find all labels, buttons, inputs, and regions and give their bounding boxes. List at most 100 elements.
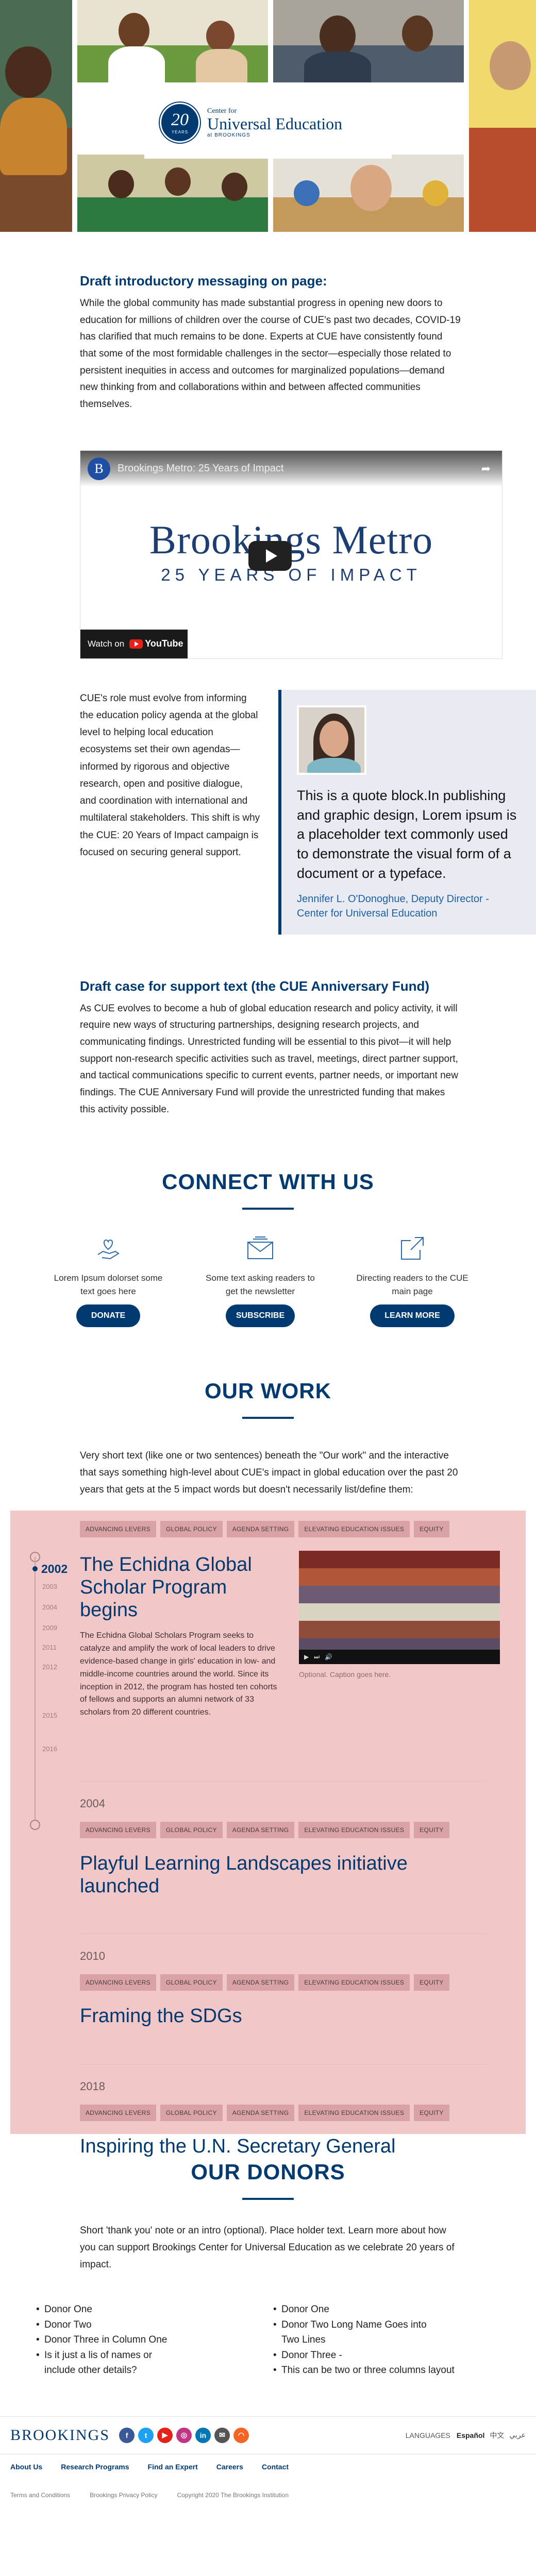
tag-elevating-education-issues[interactable]: ELEVATING EDUCATION ISSUES xyxy=(298,1974,410,1991)
featured-video[interactable]: ▶ ⏭ 🔊 xyxy=(299,1551,500,1665)
entry-title[interactable]: Playful Learning Landscapes initiative l… xyxy=(80,1853,487,1897)
linkedin-icon[interactable]: in xyxy=(195,2427,211,2443)
timeline-year[interactable]: 2011 xyxy=(42,1643,57,1651)
cue-20-years-logo: 20 YEARS Center for Universal Education … xyxy=(144,87,392,159)
tag-global-policy[interactable]: GLOBAL POLICY xyxy=(160,1974,223,1991)
hero-photo-teacher-child xyxy=(273,0,464,82)
legal-link[interactable]: Brookings Privacy Policy xyxy=(90,2492,157,2499)
our-work-rule xyxy=(242,1417,294,1419)
instagram-icon[interactable]: ◎ xyxy=(176,2427,192,2443)
case-paragraph: As CUE evolves to become a hub of global… xyxy=(80,1003,458,1115)
donor-item: Donor Three - xyxy=(273,2348,479,2363)
footer-link[interactable]: Contact xyxy=(262,2463,289,2471)
channel-avatar[interactable]: B xyxy=(88,457,110,480)
email-icon[interactable]: ✉ xyxy=(214,2427,230,2443)
donor-item: This can be two or three columns layout xyxy=(273,2363,479,2378)
legal-link[interactable]: Terms and Conditions xyxy=(10,2492,70,2499)
tag-agenda-setting[interactable]: AGENDA SETTING xyxy=(226,1974,295,1991)
tag-advancing-levers[interactable]: ADVANCING LEVERS xyxy=(80,1521,156,1538)
donor-lists: Donor One Donor Two Donor Three in Colum… xyxy=(36,2302,536,2378)
connect-subscribe: Some text asking readers to get the news… xyxy=(201,1230,320,1328)
role-paragraph: CUE's role must evolve from informing th… xyxy=(80,692,260,858)
donors-section: OUR DONORS Short 'thank you' note or an … xyxy=(0,2160,536,2378)
footer-link[interactable]: Careers xyxy=(216,2463,243,2471)
entry-tags: ADVANCING LEVERS GLOBAL POLICY AGENDA SETT… xyxy=(80,1974,487,1991)
donor-item: Donor One xyxy=(273,2302,479,2317)
tag-equity[interactable]: EQUITY xyxy=(414,1822,449,1839)
timeline-year[interactable]: 2003 xyxy=(42,1583,57,1590)
youtube-label: YouTube xyxy=(145,638,183,649)
entry-tags: ADVANCING LEVERS GLOBAL POLICY AGENDA SETT… xyxy=(80,1822,487,1839)
connect-donate: Lorem Ipsum dolorset some text goes here… xyxy=(49,1230,167,1328)
tag-equity[interactable]: EQUITY xyxy=(414,1521,449,1538)
tag-global-policy[interactable]: GLOBAL POLICY xyxy=(160,2105,223,2122)
tag-agenda-setting[interactable]: AGENDA SETTING xyxy=(226,1521,295,1538)
rss-icon[interactable]: ◠ xyxy=(233,2427,249,2443)
video-subline: 25 YEARS OF IMPACT xyxy=(161,565,422,584)
video-title[interactable]: Brookings Metro: 25 Years of Impact xyxy=(118,463,283,474)
timeline-year[interactable]: 2012 xyxy=(42,1663,57,1671)
connect-rule xyxy=(242,1208,294,1210)
language-option[interactable]: Español xyxy=(457,2431,484,2439)
timeline-active-year[interactable]: 2002 xyxy=(41,1562,68,1576)
footer-link[interactable]: Research Programs xyxy=(61,2463,129,2471)
tag-elevating-education-issues[interactable]: ELEVATING EDUCATION ISSUES xyxy=(298,1822,410,1839)
twitter-icon[interactable]: t xyxy=(138,2427,154,2443)
logo-years: YEARS xyxy=(171,129,189,134)
subscribe-button[interactable]: SUBSCRIBE xyxy=(226,1304,295,1328)
entry-title[interactable]: Framing the SDGs xyxy=(80,2005,487,2028)
featured-description: The Echidna Global Scholars Program seek… xyxy=(80,1631,277,1717)
work-timeline-panel: 2002 2003 2004 2009 2011 2012 2015 2016 … xyxy=(10,1511,526,2157)
donors-title: OUR DONORS xyxy=(191,2160,345,2184)
donor-item: Donor Three in Column One xyxy=(36,2332,273,2348)
watch-on-youtube-button[interactable]: Watch on YouTube xyxy=(80,629,188,658)
timeline-bottom-marker[interactable] xyxy=(30,1820,40,1831)
copyright: Copyright 2020 The Brookings Institution xyxy=(177,2491,289,2499)
tag-equity[interactable]: EQUITY xyxy=(414,2105,449,2122)
timeline-year[interactable]: 2015 xyxy=(42,1711,57,1719)
tag-elevating-education-issues[interactable]: ELEVATING EDUCATION ISSUES xyxy=(298,2105,410,2122)
hero-photo-girl-right xyxy=(469,0,536,232)
timeline-year[interactable]: 2004 xyxy=(42,1603,57,1611)
play-button[interactable] xyxy=(248,540,292,571)
our-work-intro: Very short text (like one or two sentenc… xyxy=(80,1450,458,1495)
youtube-social-icon[interactable]: ▶ xyxy=(157,2427,173,2443)
quote-attribution: Jennifer L. O'Donoghue, Deputy Director … xyxy=(297,893,489,919)
tag-equity[interactable]: EQUITY xyxy=(414,1974,449,1991)
tag-global-policy[interactable]: GLOBAL POLICY xyxy=(160,1822,223,1839)
facebook-icon[interactable]: f xyxy=(119,2427,135,2443)
footer-link[interactable]: Find an Expert xyxy=(148,2463,198,2471)
entry-title[interactable]: Inspiring the U.N. Secretary General xyxy=(80,2136,487,2158)
language-option[interactable]: 中文 xyxy=(490,2430,504,2441)
tag-advancing-levers[interactable]: ADVANCING LEVERS xyxy=(80,1974,156,1991)
hero-photo-girls-school xyxy=(77,155,268,232)
hero-photo-girl-painted-hands xyxy=(273,155,464,232)
learn-more-button[interactable]: LEARN MORE xyxy=(370,1304,455,1328)
tag-advancing-levers[interactable]: ADVANCING LEVERS xyxy=(80,2105,156,2122)
share-icon[interactable]: ➦ xyxy=(481,462,491,476)
twenty-years-badge: 20 YEARS xyxy=(160,103,200,143)
tag-agenda-setting[interactable]: AGENDA SETTING xyxy=(226,1822,295,1839)
tag-global-policy[interactable]: GLOBAL POLICY xyxy=(160,1521,223,1538)
tag-advancing-levers[interactable]: ADVANCING LEVERS xyxy=(80,1822,156,1839)
video-controls[interactable]: ▶ ⏭ 🔊 xyxy=(299,1650,500,1665)
entry-divider xyxy=(80,1781,487,1782)
timeline-year[interactable]: 2009 xyxy=(42,1624,57,1632)
tag-elevating-education-issues[interactable]: ELEVATING EDUCATION ISSUES xyxy=(298,1521,410,1538)
logo-at-brookings: at BROOKINGS xyxy=(207,132,250,139)
tag-agenda-setting[interactable]: AGENDA SETTING xyxy=(226,2105,295,2122)
featured-caption: Optional. Caption goes here. xyxy=(299,1670,391,1679)
intro-paragraph: While the global community has made subs… xyxy=(80,298,461,410)
quote-block: This is a quote block.In publishing and … xyxy=(278,689,536,935)
donors-rule xyxy=(242,2198,294,2200)
timeline-year[interactable]: 2016 xyxy=(42,1745,57,1753)
intro-heading: Draft introductory messaging on page: xyxy=(80,273,327,289)
donate-button[interactable]: DONATE xyxy=(76,1304,140,1328)
language-option[interactable]: عربي xyxy=(509,2431,526,2439)
video-embed[interactable]: B Brookings Metro: 25 Years of Impact ➦ … xyxy=(80,450,502,659)
brookings-logo[interactable]: BROOKINGS xyxy=(10,2427,110,2444)
footer-link[interactable]: About Us xyxy=(10,2463,42,2471)
donor-item: Donor Two xyxy=(36,2317,273,2333)
external-link-icon xyxy=(353,1230,472,1266)
timeline-line xyxy=(35,1557,36,1820)
